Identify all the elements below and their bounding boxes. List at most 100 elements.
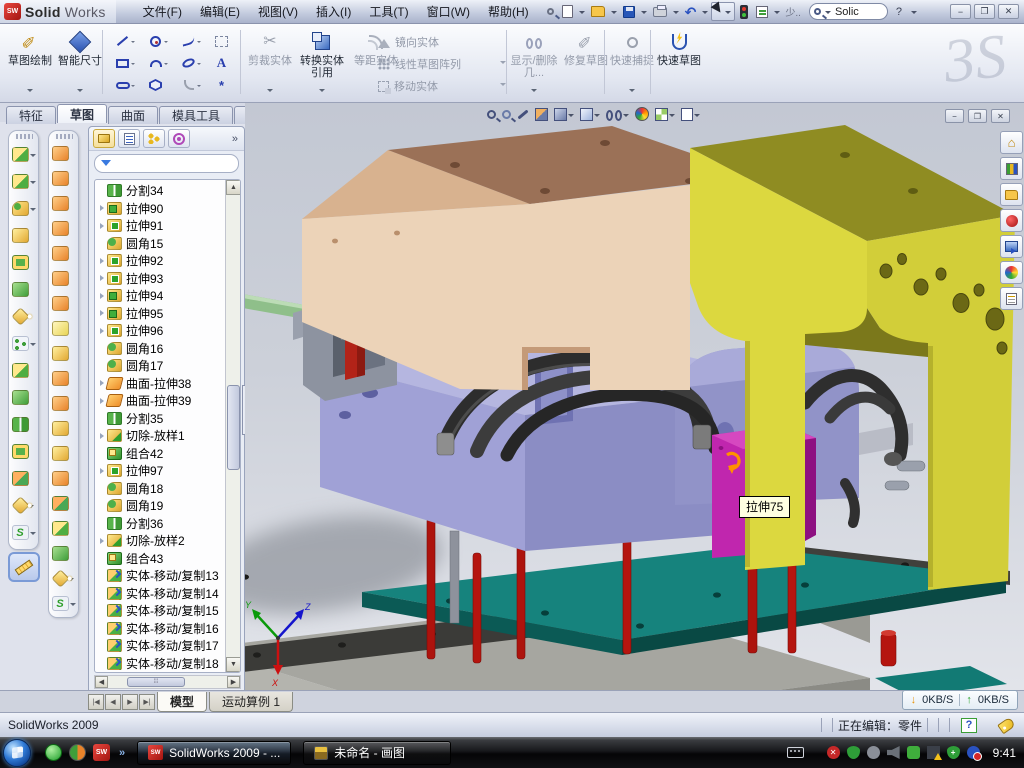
- polygon-tool-icon[interactable]: [146, 77, 166, 93]
- dimxpert-manager-tab[interactable]: [168, 129, 190, 148]
- expand-arrow-icon[interactable]: [100, 293, 105, 299]
- zoom-area-icon[interactable]: [502, 110, 511, 119]
- mold-tool-button[interactable]: [49, 391, 78, 416]
- feature-tool-button[interactable]: [9, 519, 38, 546]
- scroll-left-icon[interactable]: ◀: [95, 676, 108, 688]
- solidworks-shortcut-icon[interactable]: SW: [93, 744, 110, 761]
- annotations-icon[interactable]: [681, 108, 700, 121]
- feature-tool-button[interactable]: [9, 303, 38, 330]
- close-button[interactable]: ✕: [998, 4, 1019, 19]
- quick-launch-more-icon[interactable]: »: [119, 747, 125, 759]
- network-warning-icon[interactable]: [927, 746, 940, 759]
- expand-arrow-icon[interactable]: [100, 380, 105, 386]
- print-icon[interactable]: [650, 2, 670, 22]
- undo-icon[interactable]: ↶: [682, 2, 700, 22]
- circle-tool-icon[interactable]: [146, 33, 166, 49]
- mold-tool-button[interactable]: [49, 316, 78, 341]
- feature-tool-button[interactable]: [9, 438, 38, 465]
- taskbar-window-solidworks[interactable]: SW SolidWorks 2009 - ...: [137, 741, 291, 765]
- expand-arrow-icon[interactable]: [100, 398, 105, 404]
- command-tab[interactable]: 草图: [57, 104, 107, 123]
- feature-tree-item[interactable]: 实体-移动/复制13: [95, 567, 225, 585]
- feature-tree-item[interactable]: 实体-移动/复制16: [95, 620, 225, 638]
- tree-horizontal-scrollbar[interactable]: ◀ ⁞⁞⁞ ▶: [94, 675, 241, 689]
- feature-tool-button[interactable]: [9, 168, 38, 195]
- feature-tree-item[interactable]: 曲面-拉伸39: [95, 392, 225, 410]
- sketch-fillet-icon[interactable]: [179, 77, 199, 93]
- panel-more-button[interactable]: »: [232, 133, 240, 145]
- restore-button[interactable]: ❐: [974, 4, 995, 19]
- hide-show-items-icon[interactable]: [606, 109, 629, 120]
- mold-tool-button[interactable]: [49, 566, 78, 591]
- mold-tool-button[interactable]: [49, 416, 78, 441]
- scenes-tab[interactable]: [1000, 261, 1023, 284]
- toolbar-overflow-label[interactable]: 少..: [785, 4, 801, 19]
- feature-tool-button[interactable]: [9, 465, 38, 492]
- save-icon[interactable]: [620, 2, 638, 22]
- feature-tool-button[interactable]: [9, 222, 38, 249]
- scroll-down-icon[interactable]: ▼: [226, 657, 241, 672]
- search-input[interactable]: [835, 6, 879, 18]
- search-box[interactable]: [809, 3, 888, 20]
- arc-tool-icon[interactable]: [146, 55, 166, 71]
- prev-tab-icon[interactable]: ◀: [105, 694, 121, 710]
- featuremanager-tree-tab[interactable]: [93, 129, 115, 148]
- feature-tool-button[interactable]: [9, 411, 38, 438]
- feature-tool-button[interactable]: [9, 195, 38, 222]
- open-icon[interactable]: [588, 2, 608, 22]
- mold-tool-button[interactable]: [49, 516, 78, 541]
- scrollbar-thumb[interactable]: [227, 385, 240, 470]
- feature-tree-item[interactable]: 分割36: [95, 515, 225, 533]
- next-tab-icon[interactable]: ▶: [122, 694, 138, 710]
- expand-arrow-icon[interactable]: [100, 433, 105, 439]
- menu-item[interactable]: 工具(T): [360, 0, 417, 24]
- feature-tree-item[interactable]: 拉伸92: [95, 252, 225, 270]
- mold-tool-button[interactable]: [49, 166, 78, 191]
- mold-tool-button[interactable]: [49, 491, 78, 516]
- scroll-right-icon[interactable]: ▶: [227, 676, 240, 688]
- expand-arrow-icon[interactable]: [100, 328, 105, 334]
- phone-sync-icon[interactable]: [907, 746, 920, 759]
- menu-item[interactable]: 窗口(W): [418, 0, 479, 24]
- expand-arrow-icon[interactable]: [100, 223, 105, 229]
- feature-tree-item[interactable]: 组合42: [95, 445, 225, 463]
- resources-tab[interactable]: ⌂: [1000, 131, 1023, 154]
- feature-tree-item[interactable]: 切除-放样1: [95, 427, 225, 445]
- mold-tool-button[interactable]: [49, 241, 78, 266]
- feature-tree-item[interactable]: 拉伸96: [95, 322, 225, 340]
- scroll-up-icon[interactable]: ▲: [226, 180, 241, 195]
- expand-arrow-icon[interactable]: [100, 538, 105, 544]
- doc-minimize-button[interactable]: −: [945, 109, 964, 123]
- display-delete-relations-button[interactable]: 显示/删除几...: [510, 28, 558, 98]
- quick-launch-icon[interactable]: [69, 744, 86, 761]
- security-shield-icon[interactable]: [847, 746, 860, 759]
- mold-tool-button[interactable]: [49, 441, 78, 466]
- feature-tree-item[interactable]: 圆角19: [95, 497, 225, 515]
- feature-tree-item[interactable]: 圆角16: [95, 340, 225, 358]
- display-style-icon[interactable]: [580, 108, 600, 121]
- appearances-icon[interactable]: [635, 107, 649, 121]
- model-top-clamp-plate[interactable]: [302, 126, 757, 390]
- quick-snaps-button[interactable]: 快速捕捉: [608, 28, 656, 98]
- rectangle-tool-icon[interactable]: [113, 55, 133, 71]
- updates-icon[interactable]: [867, 746, 880, 759]
- feature-tree-item[interactable]: 实体-移动/复制14: [95, 585, 225, 603]
- zoom-fit-icon[interactable]: [487, 110, 496, 119]
- smart-dimension-button[interactable]: 智能尺寸: [56, 28, 104, 98]
- line-tool-icon[interactable]: [113, 33, 133, 49]
- linear-pattern-button[interactable]: 线性草图阵列: [378, 54, 506, 74]
- mold-tool-button[interactable]: [49, 266, 78, 291]
- expand-arrow-icon[interactable]: [100, 310, 105, 316]
- command-tab[interactable]: 特征: [6, 106, 56, 124]
- feature-tree-item[interactable]: 分割35: [95, 410, 225, 428]
- tree-filter-input[interactable]: [115, 158, 257, 170]
- feature-tool-button[interactable]: [9, 330, 38, 357]
- mold-tool-button[interactable]: [49, 141, 78, 166]
- mold-tool-button[interactable]: [49, 216, 78, 241]
- select-tool[interactable]: [711, 2, 735, 21]
- minimize-button[interactable]: −: [950, 4, 971, 19]
- document-tab[interactable]: 运动算例 1: [209, 692, 293, 712]
- appearances-tab[interactable]: [1000, 235, 1023, 258]
- scenes-icon[interactable]: [655, 108, 675, 121]
- expand-arrow-icon[interactable]: [100, 275, 105, 281]
